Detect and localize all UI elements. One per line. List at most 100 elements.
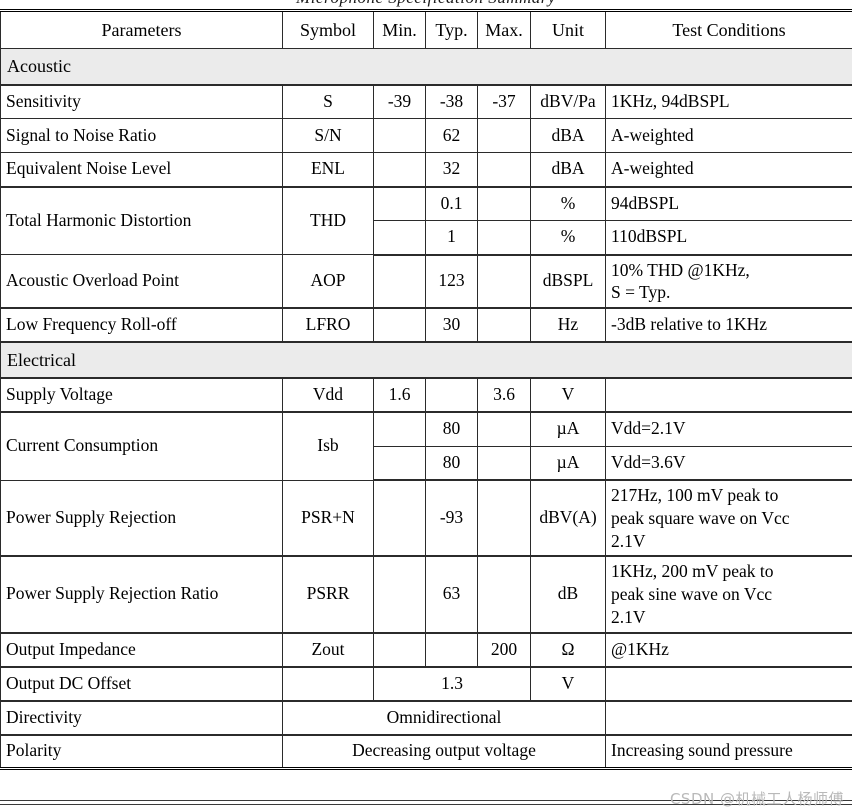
table-header-row: Parameters Symbol Min. Typ. Max. Unit Te… (0, 9, 852, 49)
table-row: Output Impedance Zout 200 Ω @1KHz (0, 632, 852, 668)
cell-typ-isb-1: 80 (425, 411, 478, 447)
column-header-unit: Unit (530, 9, 606, 49)
cell-unit-supply-voltage: V (530, 377, 606, 413)
cell-parameter-psr: Power Supply Rejection (0, 479, 283, 558)
cell-symbol-psrr: PSRR (282, 555, 374, 634)
cell-parameter-supply-voltage: Supply Voltage (0, 377, 283, 413)
cell-unit-thd-2: % (530, 220, 606, 256)
cell-max-isb-1 (477, 411, 531, 447)
cell-test-dc-offset (605, 666, 852, 702)
cell-parameter-current-consumption: Current Consumption (0, 411, 283, 481)
cell-min-enl (373, 152, 426, 188)
cell-min-psr (373, 479, 426, 558)
table-row: Low Frequency Roll-off LFRO 30 Hz -3dB r… (0, 307, 852, 343)
cell-typ-thd-1: 0.1 (425, 186, 478, 221)
cell-test-aop-line1: 10% THD @1KHz, (611, 259, 750, 280)
cell-unit-zout: Ω (530, 632, 606, 668)
cell-min-aop (373, 254, 426, 309)
cell-min-isb-2 (373, 445, 426, 481)
section-header-electrical: Electrical (0, 341, 852, 379)
cell-test-thd-2: 110dBSPL (605, 220, 852, 256)
cell-unit-isb-1: µA (530, 411, 606, 447)
cell-symbol-psr: PSR+N (282, 479, 374, 558)
cell-typ-enl: 32 (425, 152, 478, 188)
cell-test-psr-line2: peak square wave on Vcc (611, 507, 790, 528)
cell-parameter-snr: Signal to Noise Ratio (0, 118, 283, 153)
cell-min-sensitivity: -39 (373, 84, 426, 119)
cell-typ-psr: -93 (425, 479, 478, 558)
cell-max-psrr (477, 555, 531, 634)
cell-unit-dc-offset: V (530, 666, 606, 702)
cell-test-enl: A-weighted (605, 152, 852, 188)
cell-test-psr: 217Hz, 100 mV peak to peak square wave o… (605, 479, 852, 558)
cell-parameter-lfro: Low Frequency Roll-off (0, 307, 283, 343)
cell-parameter-sensitivity: Sensitivity (0, 84, 283, 119)
cell-unit-isb-2: µA (530, 445, 606, 481)
cell-max-snr (477, 118, 531, 153)
section-label-acoustic: Acoustic (0, 48, 852, 86)
cell-value-directivity: Omnidirectional (282, 700, 606, 736)
table-row: Output DC Offset 1.3 V (0, 666, 852, 702)
cell-parameter-directivity: Directivity (0, 700, 283, 736)
cell-symbol-supply-voltage: Vdd (282, 377, 374, 413)
specification-table: Parameters Symbol Min. Typ. Max. Unit Te… (0, 9, 852, 770)
cell-typ-zout (425, 632, 478, 668)
cell-test-supply-voltage (605, 377, 852, 413)
table-row: Sensitivity S -39 -38 -37 dBV/Pa 1KHz, 9… (0, 84, 852, 119)
cell-typ-thd-2: 1 (425, 220, 478, 256)
cell-max-thd-2 (477, 220, 531, 256)
cell-min-lfro (373, 307, 426, 343)
cell-parameter-zout: Output Impedance (0, 632, 283, 668)
cell-test-psr-line3: 2.1V (611, 530, 646, 551)
cell-value-polarity: Decreasing output voltage (282, 734, 606, 770)
table-row: Current Consumption Isb 80 µA Vdd=2.1V (0, 411, 852, 481)
column-header-symbol: Symbol (282, 9, 374, 49)
table-row: Acoustic Overload Point AOP 123 dBSPL 10… (0, 254, 852, 309)
cell-test-psrr: 1KHz, 200 mV peak to peak sine wave on V… (605, 555, 852, 634)
cell-parameter-polarity: Polarity (0, 734, 283, 770)
cell-unit-aop: dBSPL (530, 254, 606, 309)
cell-typ-isb-2: 80 (425, 445, 478, 481)
csdn-watermark: CSDN @机械工人杨师傅 (669, 790, 844, 808)
cell-test-snr: A-weighted (605, 118, 852, 153)
table-row: Equivalent Noise Level ENL 32 dBA A-weig… (0, 152, 852, 188)
cell-test-psrr-line3: 2.1V (611, 606, 646, 627)
cell-max-psr (477, 479, 531, 558)
cell-max-lfro (477, 307, 531, 343)
table-row: Signal to Noise Ratio S/N 62 dBA A-weigh… (0, 118, 852, 153)
cell-test-psr-line1: 217Hz, 100 mV peak to (611, 485, 779, 505)
cell-min-thd-2 (373, 220, 426, 256)
cell-typ-supply-voltage (425, 377, 478, 413)
cell-symbol-snr: S/N (282, 118, 374, 153)
column-header-typ: Typ. (425, 9, 478, 49)
cell-value-dc-offset: 1.3 (373, 666, 531, 702)
table-row: Polarity Decreasing output voltage Incre… (0, 734, 852, 770)
cell-max-sensitivity: -37 (477, 84, 531, 119)
cell-min-snr (373, 118, 426, 153)
cell-unit-enl: dBA (530, 152, 606, 188)
cell-symbol-current-consumption: Isb (282, 411, 374, 481)
cell-typ-sensitivity: -38 (425, 84, 478, 119)
table-row: Total Harmonic Distortion THD 0.1 % 94dB… (0, 186, 852, 255)
cell-symbol-aop: AOP (282, 254, 374, 309)
cell-symbol-lfro: LFRO (282, 307, 374, 343)
cell-max-thd-1 (477, 186, 531, 221)
cell-typ-psrr: 63 (425, 555, 478, 634)
column-header-max: Max. (477, 9, 531, 49)
cell-max-enl (477, 152, 531, 188)
cell-typ-lfro: 30 (425, 307, 478, 343)
cell-test-isb-2: Vdd=3.6V (605, 445, 852, 481)
cell-typ-snr: 62 (425, 118, 478, 153)
cell-parameter-psrr: Power Supply Rejection Ratio (0, 555, 283, 634)
cell-typ-aop: 123 (425, 254, 478, 309)
cell-test-psrr-line1: 1KHz, 200 mV peak to (611, 561, 774, 582)
cell-test-sensitivity: 1KHz, 94dBSPL (605, 84, 852, 119)
cell-test-lfro: -3dB relative to 1KHz (605, 307, 852, 343)
cell-unit-psrr: dB (530, 555, 606, 634)
cell-test-directivity (605, 700, 852, 736)
cell-symbol-dc-offset (282, 666, 374, 702)
cell-unit-snr: dBA (530, 118, 606, 153)
cell-test-aop-line2: S = Typ. (611, 282, 671, 303)
cell-min-psrr (373, 555, 426, 634)
table-row: Power Supply Rejection PSR+N -93 dBV(A) … (0, 479, 852, 558)
